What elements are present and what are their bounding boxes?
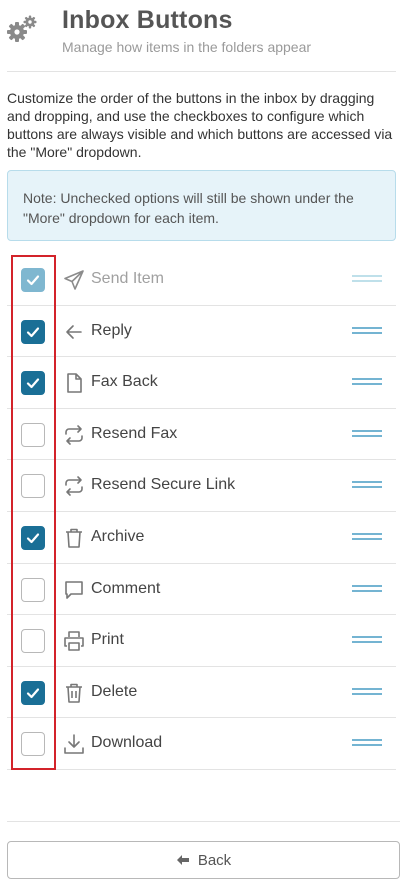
drag-handle-icon[interactable] [352, 429, 382, 439]
repeat-icon [65, 476, 83, 497]
button-order-list: Send Item Reply Fax Back Resend Fax Resend S… [7, 254, 396, 770]
back-button-label: Back [197, 851, 232, 869]
drag-handle-icon[interactable] [352, 687, 382, 697]
button-label: Archive [91, 527, 145, 545]
button-row[interactable]: Delete [7, 667, 396, 719]
button-row[interactable]: Print [7, 615, 396, 667]
drag-handle-icon[interactable] [352, 326, 382, 336]
drag-handle-icon[interactable] [352, 636, 382, 645]
button-label: Download [91, 734, 163, 752]
drag-handle-icon[interactable] [352, 378, 382, 387]
button-row[interactable]: Resend Secure Link [7, 460, 396, 512]
button-label: Resend Secure Link [91, 476, 236, 494]
button-label: Fax Back [91, 373, 158, 391]
button-label: Print [91, 631, 124, 649]
drag-handle-icon[interactable] [352, 532, 382, 542]
button-row[interactable]: Send Item [7, 254, 396, 306]
info-note: Note: Unchecked options will still be sh… [7, 170, 396, 241]
page-title: Inbox Buttons [62, 6, 233, 34]
back-button[interactable]: Back [7, 841, 400, 879]
description-text: Customize the order of the buttons in th… [7, 90, 393, 160]
printer-icon [64, 631, 84, 651]
button-row[interactable]: Reply [7, 306, 396, 358]
button-row[interactable]: Archive [7, 512, 396, 564]
checkbox-highlight-box [11, 255, 56, 770]
send-icon [64, 270, 84, 290]
button-label: Delete [91, 682, 138, 700]
drag-handle-icon[interactable] [352, 275, 382, 284]
button-row[interactable]: Download [7, 718, 396, 770]
button-label: Send Item [91, 270, 164, 287]
button-row[interactable]: Fax Back [7, 357, 396, 409]
trash-can-icon [66, 683, 82, 703]
trash-icon [66, 528, 82, 548]
gears-icon [7, 15, 37, 42]
reply-arrow-icon [66, 324, 82, 339]
document-icon [67, 373, 82, 393]
drag-handle-icon[interactable] [352, 739, 382, 748]
button-label: Resend Fax [91, 424, 178, 442]
comment-icon [65, 580, 83, 599]
arrow-left-icon [176, 855, 189, 865]
button-label: Comment [91, 579, 161, 597]
button-row[interactable]: Resend Fax [7, 409, 396, 461]
footer-divider [7, 821, 400, 822]
repeat-icon [65, 424, 83, 445]
button-label: Reply [91, 321, 132, 339]
header-divider [7, 71, 396, 72]
button-row[interactable]: Comment [7, 564, 396, 616]
page-subtitle: Manage how items in the folders appear [62, 39, 312, 55]
download-icon [64, 734, 84, 755]
drag-handle-icon[interactable] [352, 481, 382, 490]
page-header: Inbox Buttons Manage how items in the fo… [0, 0, 406, 72]
drag-handle-icon[interactable] [352, 584, 382, 594]
